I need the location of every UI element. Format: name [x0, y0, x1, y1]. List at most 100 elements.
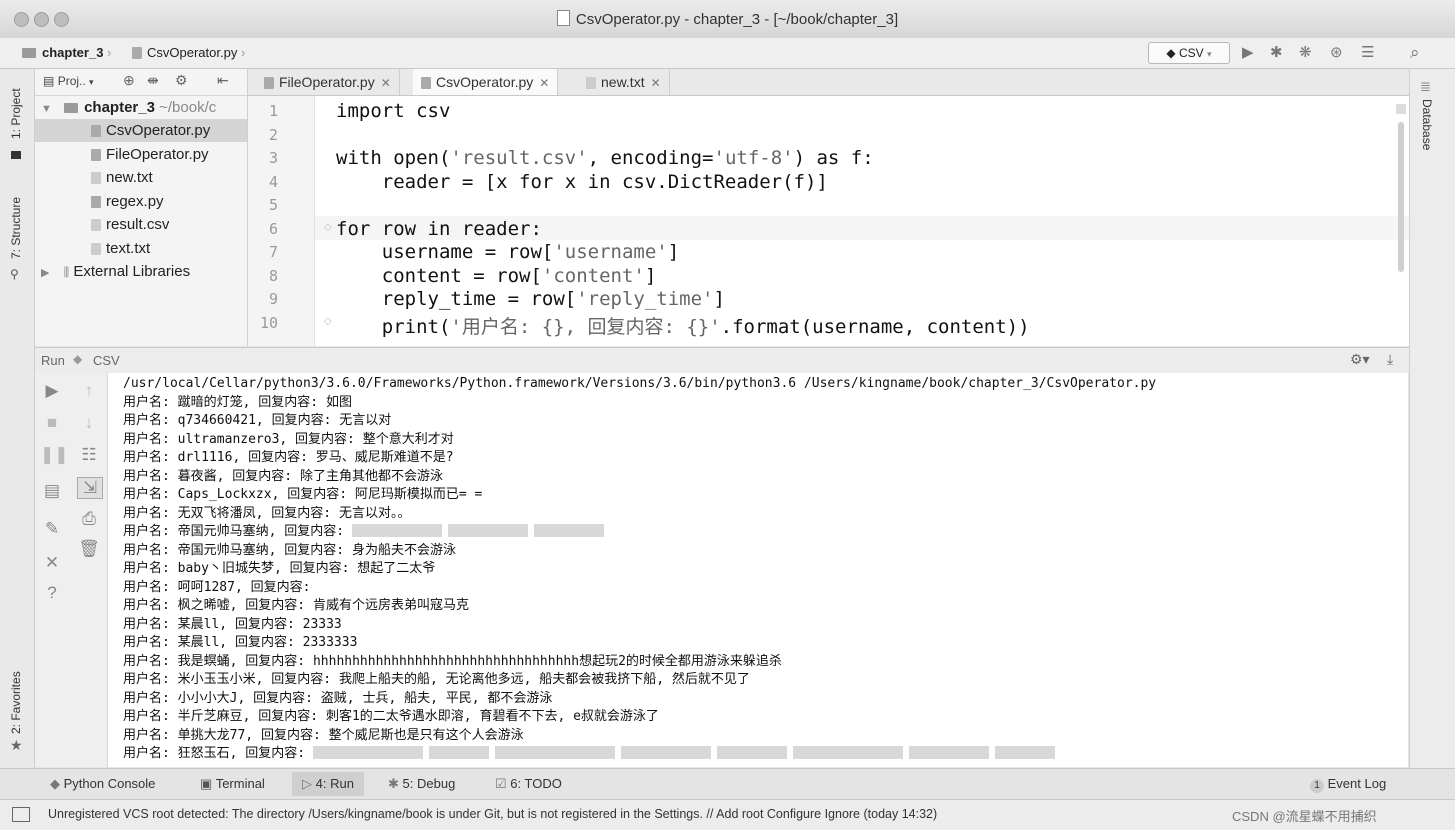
tree-item-result-csv[interactable]: result.csv	[35, 213, 247, 236]
code-line: print('用户名: {}, 回复内容: {}'.format(usernam…	[336, 312, 1030, 339]
down-arrow-icon[interactable]: ↓	[77, 413, 101, 433]
breadcrumb-file[interactable]: CsvOperator.py ›	[132, 45, 245, 60]
gear-icon[interactable]: ⚙	[175, 72, 188, 89]
print-icon[interactable]: ⎙	[77, 509, 101, 529]
search-icon[interactable]: ⌕	[1410, 43, 1420, 63]
tree-item-external-libraries[interactable]: ▶ ⫼ External Libraries	[35, 260, 247, 283]
debug-icon[interactable]: ✱	[1270, 43, 1283, 61]
toggle-tool-windows-icon[interactable]	[12, 807, 30, 822]
close-icon[interactable]: ✕	[40, 553, 64, 573]
layout-icon[interactable]: ▤	[40, 481, 64, 501]
trash-icon[interactable]: 🗑	[77, 539, 101, 559]
tab-fileoperator[interactable]: FileOperator.py ✕	[256, 69, 400, 95]
tree-item-csvoperator[interactable]: CsvOperator.py	[35, 119, 247, 142]
code-token: import csv	[336, 100, 451, 122]
redacted-text	[908, 746, 989, 759]
close-icon[interactable]: ✕	[381, 76, 391, 90]
help-icon[interactable]: ?	[40, 583, 64, 603]
console-text: 用户名: 蹴暗的灯笼, 回复内容: 如图	[123, 394, 352, 410]
project-tool-tab[interactable]: 1: Project	[9, 88, 23, 139]
run-icon[interactable]: ▶	[1242, 43, 1254, 61]
tree-item-fileoperator[interactable]: FileOperator.py	[35, 143, 247, 166]
chevron-down-icon: ▾	[89, 77, 94, 87]
editor-scrollbar[interactable]	[1398, 122, 1404, 272]
run-configuration-select[interactable]: ◆ CSV ▾	[1148, 42, 1230, 64]
console-line: 用户名: 小小小大J, 回复内容: 盗贼, 士兵, 船夫, 平民, 都不会游泳	[123, 690, 552, 709]
run-toolbar: ▶ ↑ ■ ↓ ❚❚ ☷ ▤ ⇲ ⎙ ✎ 🗑 ✕ ?	[35, 373, 108, 767]
rerun-icon[interactable]: ▶	[40, 381, 64, 401]
close-icon[interactable]: ✕	[651, 76, 661, 90]
console-text: 用户名: 米小玉玉小米, 回复内容: 我爬上船夫的船, 无论离他多远, 船夫都会…	[123, 672, 750, 687]
gear-icon[interactable]: ⚙▾	[1350, 351, 1370, 368]
python-file-icon	[264, 77, 274, 89]
code-token: reply_time = row[	[336, 288, 577, 310]
console-line: 用户名: drl1116, 回复内容: 罗马、威尼斯难道不是?	[123, 449, 454, 468]
tab-csvoperator[interactable]: CsvOperator.py ✕	[413, 69, 559, 95]
close-icon[interactable]: ✕	[539, 76, 549, 90]
console-text: 用户名: 呵呵1287, 回复内容:	[123, 579, 319, 595]
python-console-tab[interactable]: ◆ Python Console	[50, 776, 155, 792]
chevron-down-icon: ▾	[1207, 49, 1212, 59]
soft-wrap-icon[interactable]: ☷	[77, 445, 101, 465]
run-icon: ▷	[302, 776, 312, 791]
structure-tool-tab[interactable]: 7: Structure	[9, 197, 23, 259]
console-line: 用户名: baby丶旧城失梦, 回复内容: 想起了二太爷	[123, 560, 435, 579]
code-line: for row in reader:	[336, 218, 542, 240]
redacted-text	[620, 746, 711, 759]
console-line: 用户名: 某晨ll, 回复内容: 2333333	[123, 634, 357, 653]
code-token: username = row[	[336, 241, 554, 263]
fold-marker-icon[interactable]: ◇	[324, 222, 332, 233]
tab-new-txt[interactable]: new.txt ✕	[578, 69, 670, 95]
chevron-right-icon: ▶	[41, 267, 50, 279]
debug-icon: ✱	[388, 776, 399, 791]
pause-icon[interactable]: ❚❚	[40, 445, 69, 465]
window-title: CsvOperator.py - chapter_3 - [~/book/cha…	[0, 10, 1455, 28]
console-output[interactable]: /usr/local/Cellar/python3/3.6.0/Framewor…	[108, 373, 1408, 767]
pin-icon[interactable]: ✎	[40, 519, 64, 539]
project-view-select[interactable]: ▤ Proj.. ▾	[43, 74, 94, 88]
event-log-tab[interactable]: 1 Event Log	[1310, 776, 1386, 793]
star-icon: ★	[10, 737, 23, 753]
profile-icon[interactable]: ⊛	[1330, 43, 1343, 61]
structure-icon: ⚲	[10, 267, 19, 281]
todo-tab[interactable]: ☑ 6: TODO	[495, 776, 562, 792]
tree-item-chapter-3[interactable]: ▼ chapter_3 ~/book/c	[35, 96, 247, 119]
vcs-notification[interactable]: Unregistered VCS root detected: The dire…	[48, 807, 937, 821]
console-text: 用户名: 半斤芝麻豆, 回复内容: 刺客1的二太爷遇水即溶, 育碧看不下去, e…	[123, 709, 659, 724]
hide-panel-icon[interactable]: ⇤	[217, 72, 229, 89]
tree-item-new-txt[interactable]: new.txt	[35, 166, 247, 189]
favorites-tool-tab[interactable]: 2: Favorites	[9, 671, 23, 734]
run-tab[interactable]: ▷ 4: Run	[292, 772, 364, 796]
stop-icon[interactable]: ■	[40, 413, 64, 433]
breadcrumb-project[interactable]: chapter_3 ›	[22, 45, 111, 60]
up-arrow-icon[interactable]: ↑	[77, 381, 101, 401]
redacted-text	[312, 746, 423, 759]
console-text: /usr/local/Cellar/python3/3.6.0/Framewor…	[123, 376, 1157, 391]
coverage-icon[interactable]: ❋	[1299, 43, 1312, 61]
database-tool-tab[interactable]: Database	[1420, 99, 1434, 150]
code-token: for row in reader:	[336, 217, 542, 240]
line-number: 4	[268, 172, 278, 191]
navigation-bar: chapter_3 › CsvOperator.py › ◆ CSV ▾ ▶ ✱…	[0, 38, 1455, 69]
library-icon: ⫼	[63, 265, 70, 279]
event-count-badge: 1	[1310, 779, 1324, 793]
python-file-icon	[91, 125, 101, 137]
console-text: 用户名: 某晨ll, 回复内容: 23333	[123, 616, 342, 632]
console-text: 用户名: drl1116, 回复内容: 罗马、威尼斯难道不是?	[123, 450, 454, 465]
console-text: 用户名: baby丶旧城失梦, 回复内容: 想起了二太爷	[123, 561, 436, 576]
tree-item-text-txt[interactable]: text.txt	[35, 237, 247, 260]
tree-item-regex[interactable]: regex.py	[35, 190, 247, 213]
terminal-tab[interactable]: ▣ Terminal	[200, 776, 265, 792]
scroll-to-end-icon[interactable]: ⇲	[77, 477, 103, 499]
target-icon[interactable]: ⊕	[123, 72, 135, 89]
string-literal: '用户名: {}, 回复内容: {}'	[450, 315, 721, 338]
fold-marker-icon[interactable]: ◇	[324, 316, 332, 327]
database-icon: ≣	[1420, 79, 1431, 94]
code-editor[interactable]: ◇ ◇ 1 2 3 4 5 6 7 8 9 10 import csv with open('resu…	[248, 96, 1409, 346]
string-literal: 'reply_time'	[576, 288, 714, 310]
collapse-icon[interactable]: ⇼	[147, 72, 159, 89]
redacted-text	[447, 524, 528, 537]
hide-panel-icon[interactable]: ⤓	[1387, 351, 1393, 368]
debug-tab[interactable]: ✱ 5: Debug	[388, 776, 455, 792]
structure-view-icon[interactable]: ☰	[1361, 43, 1374, 61]
